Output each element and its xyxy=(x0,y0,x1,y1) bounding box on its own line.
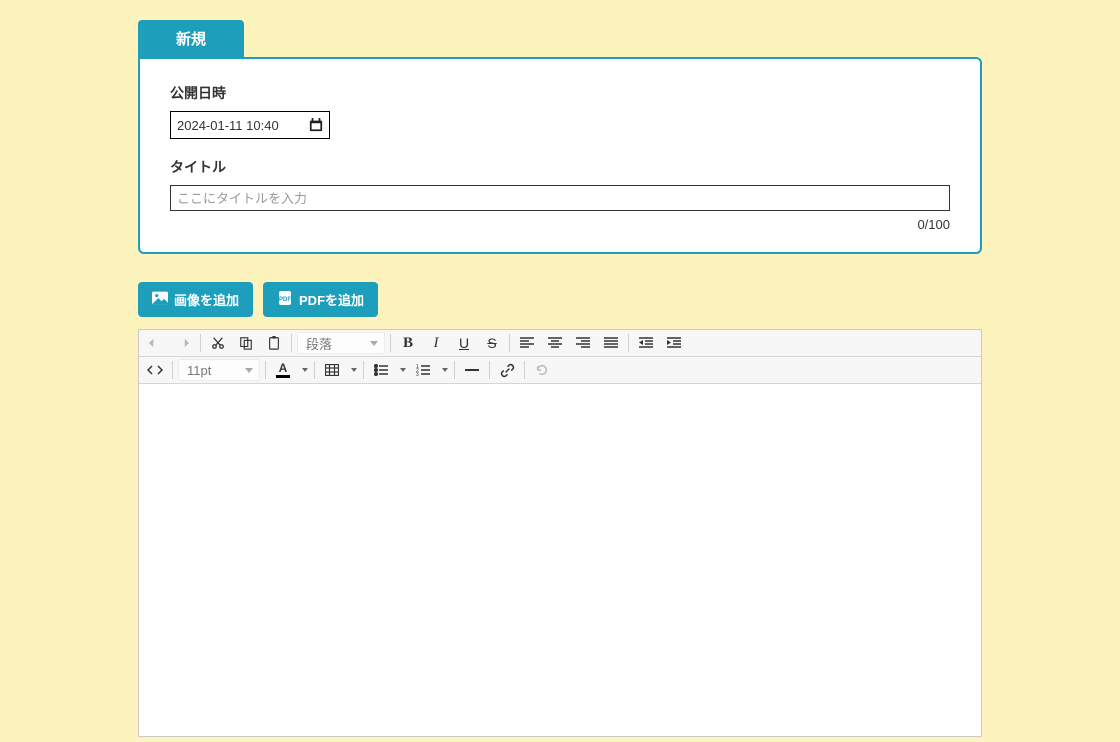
tab-new[interactable]: 新規 xyxy=(138,20,244,57)
horizontal-rule-button[interactable] xyxy=(458,357,486,383)
action-button-row: 画像を追加 PDF PDFを追加 xyxy=(138,282,982,317)
paste-button[interactable] xyxy=(260,330,288,356)
bullet-list-button[interactable] xyxy=(367,357,395,383)
table-dropdown[interactable] xyxy=(346,357,360,383)
svg-text:PDF: PDF xyxy=(279,297,291,303)
format-select-label: 段落 xyxy=(306,334,332,353)
image-icon xyxy=(152,291,168,308)
toolbar-separator xyxy=(628,334,629,352)
toolbar-separator xyxy=(314,361,315,379)
bullet-list-dropdown[interactable] xyxy=(395,357,409,383)
add-image-button[interactable]: 画像を追加 xyxy=(138,282,253,317)
fontsize-select-label: 11pt xyxy=(187,363,211,378)
text-color-button[interactable]: A xyxy=(269,357,297,383)
toolbar-separator xyxy=(265,361,266,379)
toolbar-separator xyxy=(363,361,364,379)
chevron-down-icon xyxy=(400,368,406,372)
label-publish-datetime: 公開日時 xyxy=(170,83,950,103)
datetime-value: 2024-01-11 10:40 xyxy=(177,118,279,133)
indent-button[interactable] xyxy=(660,330,688,356)
title-input[interactable] xyxy=(170,185,950,211)
svg-text:3: 3 xyxy=(416,372,419,376)
add-pdf-button[interactable]: PDF PDFを追加 xyxy=(263,282,378,317)
revert-button[interactable] xyxy=(528,357,556,383)
underline-button[interactable]: U xyxy=(450,330,478,356)
toolbar-separator xyxy=(489,361,490,379)
toolbar-separator xyxy=(454,361,455,379)
rich-text-editor: 段落 B I U S xyxy=(138,329,982,737)
toolbar-separator xyxy=(524,361,525,379)
align-right-button[interactable] xyxy=(569,330,597,356)
table-button[interactable] xyxy=(318,357,346,383)
toolbar-separator xyxy=(200,334,201,352)
chevron-down-icon xyxy=(370,341,378,346)
form-card: 公開日時 2024-01-11 10:40 タイトル 0/100 xyxy=(138,57,982,254)
add-pdf-label: PDFを追加 xyxy=(299,290,364,309)
cut-button[interactable] xyxy=(204,330,232,356)
strikethrough-button[interactable]: S xyxy=(478,330,506,356)
redo-button[interactable] xyxy=(169,330,197,356)
bold-button[interactable]: B xyxy=(394,330,422,356)
publish-datetime-input[interactable]: 2024-01-11 10:40 xyxy=(170,111,330,139)
link-button[interactable] xyxy=(493,357,521,383)
numbered-list-button[interactable]: 123 xyxy=(409,357,437,383)
source-code-button[interactable] xyxy=(141,357,169,383)
pdf-icon: PDF xyxy=(277,290,293,309)
toolbar-separator xyxy=(509,334,510,352)
align-center-button[interactable] xyxy=(541,330,569,356)
toolbar-separator xyxy=(291,334,292,352)
chevron-down-icon xyxy=(351,368,357,372)
label-title: タイトル xyxy=(170,157,950,177)
numbered-list-dropdown[interactable] xyxy=(437,357,451,383)
text-color-dropdown[interactable] xyxy=(297,357,311,383)
editor-content-area[interactable] xyxy=(139,384,981,736)
editor-toolbar-row-2: 11pt A 123 xyxy=(139,357,981,384)
outdent-button[interactable] xyxy=(632,330,660,356)
copy-button[interactable] xyxy=(232,330,260,356)
font-size-select[interactable]: 11pt xyxy=(178,359,260,381)
add-image-label: 画像を追加 xyxy=(174,290,239,309)
chevron-down-icon xyxy=(245,368,253,373)
undo-button[interactable] xyxy=(141,330,169,356)
toolbar-separator xyxy=(390,334,391,352)
italic-button[interactable]: I xyxy=(422,330,450,356)
align-justify-button[interactable] xyxy=(597,330,625,356)
paragraph-format-select[interactable]: 段落 xyxy=(297,332,385,354)
align-left-button[interactable] xyxy=(513,330,541,356)
chevron-down-icon xyxy=(442,368,448,372)
calendar-icon xyxy=(309,118,323,132)
title-char-count: 0/100 xyxy=(170,217,950,232)
toolbar-separator xyxy=(172,361,173,379)
editor-toolbar-row-1: 段落 B I U S xyxy=(139,330,981,357)
chevron-down-icon xyxy=(302,368,308,372)
